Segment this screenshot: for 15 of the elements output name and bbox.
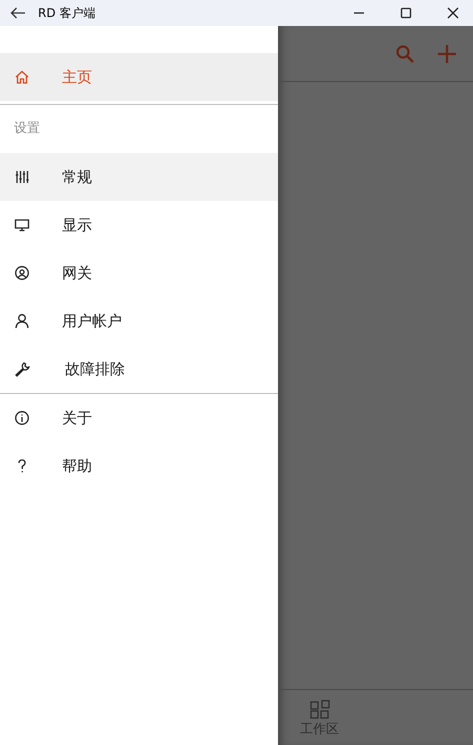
window-title: RD 客户端 xyxy=(38,5,96,22)
section-header: 设置 xyxy=(14,120,40,138)
sliders-icon xyxy=(14,169,30,185)
home-icon xyxy=(14,69,30,85)
grid-icon xyxy=(310,700,330,720)
wrench-icon xyxy=(14,361,30,377)
close-icon[interactable] xyxy=(447,7,459,19)
nav-item[interactable]: 常规 xyxy=(0,153,278,201)
user-icon xyxy=(14,313,30,329)
back-icon[interactable] xyxy=(10,7,26,19)
gateway-icon xyxy=(14,265,30,281)
info-icon xyxy=(14,410,30,426)
monitor-icon xyxy=(14,217,30,233)
nav-item[interactable]: 主页 xyxy=(0,53,278,101)
maximize-icon[interactable] xyxy=(400,7,412,19)
